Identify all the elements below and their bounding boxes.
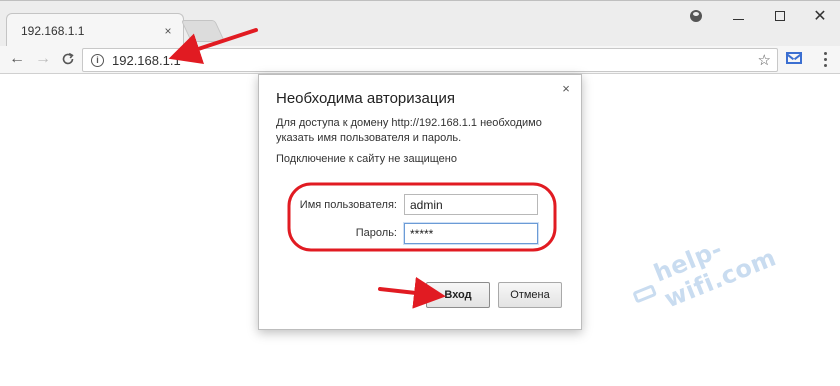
- dialog-description: Для доступа к домену http://192.168.1.1 …: [276, 117, 542, 144]
- login-button[interactable]: Вход: [426, 282, 490, 308]
- watermark-text: help-wifi.com: [649, 234, 781, 314]
- new-tab-button[interactable]: [180, 20, 226, 42]
- dialog-close-icon[interactable]: ×: [559, 81, 573, 96]
- password-label: Пароль:: [355, 227, 397, 239]
- back-button[interactable]: ←: [6, 48, 28, 70]
- dialog-security-warning: Подключение к сайту не защищено: [276, 153, 457, 165]
- browser-toolbar: ← → i 192.168.1.1 ☆: [0, 46, 840, 74]
- maximize-button[interactable]: [766, 5, 794, 27]
- tab-title: 192.168.1.1: [21, 23, 85, 38]
- browser-menu-icon[interactable]: [818, 49, 832, 69]
- forward-button[interactable]: →: [32, 48, 54, 70]
- watermark: help-wifi.com: [624, 191, 840, 324]
- profile-icon[interactable]: [682, 5, 710, 27]
- reload-icon: [62, 52, 74, 65]
- maximize-icon: [775, 11, 785, 21]
- password-field[interactable]: *****: [404, 223, 538, 244]
- minimize-icon: [732, 18, 744, 20]
- tab-strip: 192.168.1.1 × ✕: [0, 0, 840, 47]
- window-close-button[interactable]: ✕: [806, 5, 834, 27]
- dialog-title: Необходима авторизация: [276, 90, 455, 107]
- router-icon: [632, 284, 658, 304]
- url-text[interactable]: 192.168.1.1: [112, 53, 181, 68]
- site-info-icon[interactable]: i: [91, 53, 104, 67]
- bookmark-star-icon[interactable]: ☆: [758, 51, 771, 69]
- gmail-extension-icon[interactable]: [786, 52, 802, 64]
- username-label: Имя пользователя:: [299, 199, 397, 211]
- reload-button[interactable]: [57, 48, 79, 70]
- minimize-button[interactable]: [724, 5, 752, 27]
- tab-close-icon[interactable]: ×: [161, 24, 175, 38]
- browser-window: 192.168.1.1 × ✕ ← → i 192.168.1.1 ☆ × Не…: [0, 0, 840, 386]
- username-field[interactable]: admin: [404, 194, 538, 215]
- auth-dialog: × Необходима авторизация Для доступа к д…: [258, 74, 582, 330]
- tab-active[interactable]: 192.168.1.1 ×: [6, 13, 184, 47]
- address-bar[interactable]: i 192.168.1.1 ☆: [82, 48, 778, 72]
- cancel-button[interactable]: Отмена: [498, 282, 562, 308]
